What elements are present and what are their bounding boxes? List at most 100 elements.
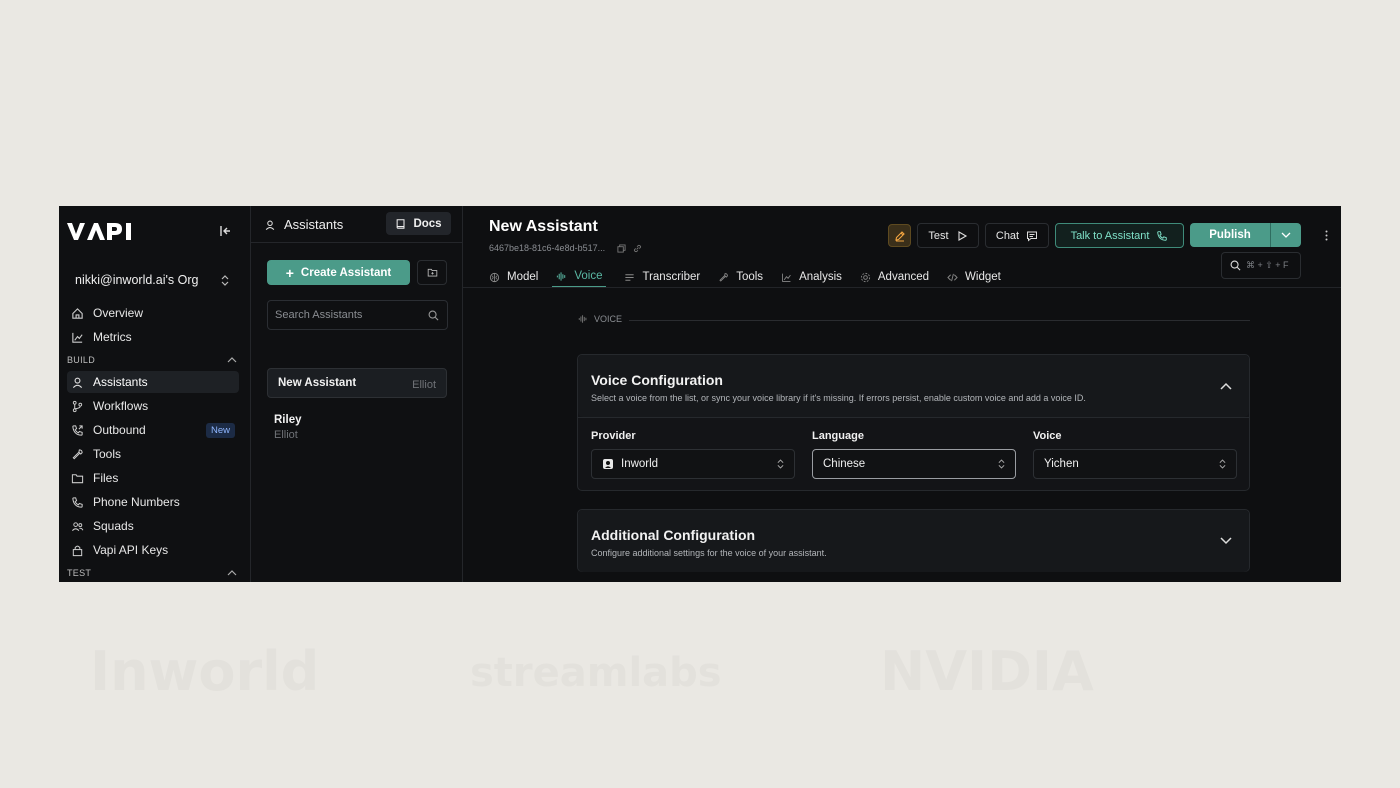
provider-value: Inworld (621, 458, 659, 470)
additional-configuration-card[interactable]: Additional Configuration Configure addit… (577, 509, 1250, 572)
assistant-name: New Assistant (278, 377, 357, 389)
chevron-up-icon (227, 357, 237, 363)
tab-label: Tools (736, 271, 764, 283)
docs-label: Docs (413, 217, 442, 230)
sidebar-item-outbound[interactable]: Outbound New (67, 419, 239, 441)
vapi-logo-mark (67, 223, 131, 240)
lines-icon (625, 273, 635, 281)
voice-section-text: VOICE (594, 314, 623, 324)
tab-advanced[interactable]: Advanced (860, 266, 929, 288)
org-selector[interactable]: nikki@inworld.ai's Org (67, 268, 237, 292)
section-build-label: BUILD (67, 355, 96, 365)
assistant-name: Riley (274, 414, 302, 426)
language-select[interactable]: Chinese (812, 449, 1016, 479)
waveform-icon (578, 315, 587, 323)
more-menu-button[interactable] (1320, 228, 1332, 242)
sidebar-item-api-keys[interactable]: Vapi API Keys (67, 539, 239, 561)
vapi-logo[interactable] (67, 220, 135, 242)
section-build[interactable]: BUILD (67, 353, 237, 367)
language-field: Language Chinese (812, 430, 1016, 479)
waveform-icon (557, 271, 566, 281)
tab-analysis[interactable]: Analysis (781, 266, 842, 288)
search-icon (428, 310, 439, 320)
sidebar-item-tools[interactable]: Tools (67, 443, 239, 465)
tab-model[interactable]: Model (489, 266, 538, 288)
provider-field: Provider Inworld (591, 430, 795, 479)
additional-configuration-header[interactable]: Additional Configuration Configure addit… (578, 510, 1249, 572)
sidebar-item-assistants[interactable]: Assistants (67, 371, 239, 393)
assistant-list-item[interactable]: Riley Elliot (267, 406, 447, 451)
provider-label: Provider (591, 430, 636, 442)
chevrons-updown-icon (1219, 459, 1226, 469)
edit-button[interactable] (888, 224, 911, 247)
chevron-up-icon[interactable] (1219, 379, 1233, 393)
sidebar-item-overview[interactable]: Overview (67, 302, 239, 324)
voice-fields: Provider Inworld Language Chinese Voice … (578, 417, 1249, 491)
search-icon (1230, 260, 1241, 271)
plus-icon: + (285, 264, 294, 281)
collapse-sidebar-icon[interactable] (219, 224, 233, 238)
org-name: nikki@inworld.ai's Org (75, 273, 199, 287)
more-vertical-icon (1325, 230, 1327, 240)
chevrons-updown-icon (221, 274, 229, 286)
chevron-down-icon (1281, 232, 1291, 238)
sidebar-item-phone-numbers[interactable]: Phone Numbers (67, 491, 239, 513)
test-button[interactable]: Test (917, 223, 979, 248)
provider-select[interactable]: Inworld (591, 449, 795, 479)
chat-button[interactable]: Chat (985, 223, 1049, 248)
tab-transcriber[interactable]: Transcriber (624, 266, 700, 288)
publish-label: Publish (1209, 229, 1251, 241)
assistant-list-item[interactable]: New Assistant Elliot (267, 368, 447, 398)
assistant-id-text: 6467be18-81c6-4e8d-b517... (489, 243, 606, 253)
assistants-panel: Assistants Docs + Create Assistant Searc… (251, 206, 463, 582)
link-icon[interactable] (633, 244, 642, 253)
tab-bar: Model Voice Transcriber Tools Analysis A… (489, 266, 1019, 288)
sidebar-item-label: Vapi API Keys (93, 543, 169, 557)
section-test[interactable]: TEST (67, 566, 237, 580)
sidebar-item-label: Files (93, 471, 119, 485)
copy-icon[interactable] (617, 243, 626, 253)
gear-icon (860, 272, 870, 282)
sidebar-item-squads[interactable]: Squads (67, 515, 239, 537)
section-test-label: TEST (67, 568, 92, 578)
sidebar-item-label: Workflows (93, 399, 149, 413)
voice-value: Yichen (1044, 458, 1079, 470)
publish-button[interactable]: Publish (1190, 223, 1301, 247)
card-subtitle: Configure additional settings for the vo… (591, 548, 827, 558)
phone-icon (1157, 230, 1168, 241)
tab-label: Transcriber (642, 271, 701, 283)
users-icon (72, 521, 84, 531)
publish-dropdown[interactable] (1270, 223, 1301, 247)
tab-widget[interactable]: Widget (947, 266, 1001, 288)
assistant-voice: Elliot (274, 429, 298, 441)
voice-select[interactable]: Yichen (1033, 449, 1237, 479)
card-title: Voice Configuration (591, 372, 723, 388)
sidebar-item-label: Tools (93, 447, 122, 461)
sidebar: nikki@inworld.ai's Org Overview Metrics … (59, 206, 251, 582)
sidebar-item-workflows[interactable]: Workflows (67, 395, 239, 417)
user-icon (72, 377, 83, 388)
sidebar-item-metrics[interactable]: Metrics (67, 326, 239, 348)
talk-label: Talk to Assistant (1070, 229, 1150, 242)
search-placeholder: Search Assistants (275, 309, 363, 321)
tab-label: Analysis (799, 271, 842, 283)
chevron-down-icon[interactable] (1219, 534, 1233, 548)
nvidia-watermark: NVIDIA (880, 640, 1094, 703)
docs-button[interactable]: Docs (386, 212, 451, 235)
tab-tools[interactable]: Tools (718, 266, 763, 288)
talk-to-assistant-button[interactable]: Talk to Assistant (1055, 223, 1184, 248)
folder-icon (71, 473, 84, 483)
code-icon (947, 273, 958, 281)
branch-icon (72, 400, 83, 412)
app-window: nikki@inworld.ai's Org Overview Metrics … (59, 206, 1341, 582)
search-assistants-input[interactable]: Search Assistants (267, 300, 448, 330)
command-search-button[interactable]: ⌘ + ⇧ + F (1221, 252, 1301, 279)
tab-divider (463, 287, 1341, 288)
chart-icon (72, 332, 83, 343)
tab-voice[interactable]: Voice (552, 266, 607, 288)
create-assistant-button[interactable]: + Create Assistant (267, 260, 410, 285)
voice-configuration-header[interactable]: Voice Configuration Select a voice from … (578, 355, 1249, 417)
tab-label: Widget (965, 271, 1001, 283)
new-folder-button[interactable] (417, 260, 447, 285)
sidebar-item-files[interactable]: Files (67, 467, 239, 489)
